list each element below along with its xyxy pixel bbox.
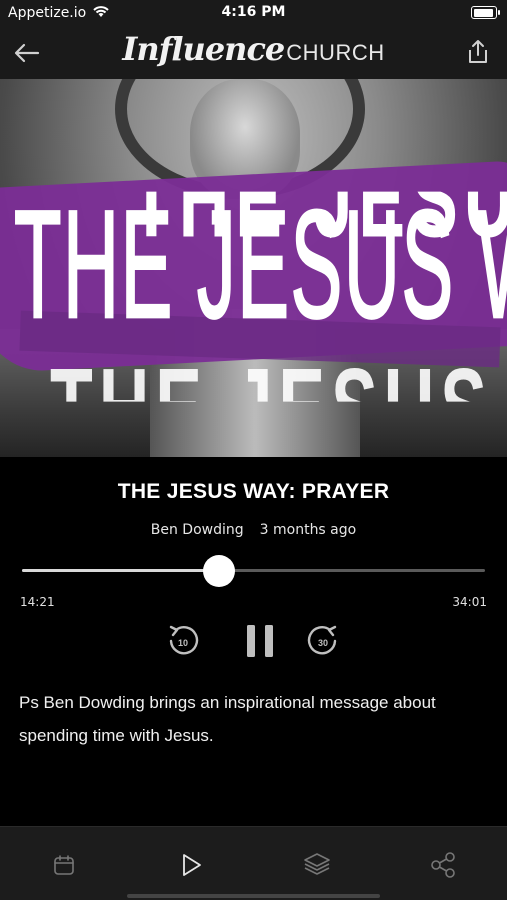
forward-button[interactable]: 30 — [300, 618, 346, 664]
sermon-title: THE JESUS WAY: PRAYER — [117, 480, 390, 503]
rewind-seconds: 10 — [178, 638, 188, 648]
home-indicator — [127, 894, 380, 898]
calendar-icon — [54, 855, 74, 875]
app-header: Influence CHURCH — [0, 26, 507, 79]
pause-icon — [247, 625, 273, 657]
total-duration: 34:01 — [452, 595, 487, 609]
tab-calendar[interactable] — [44, 845, 84, 885]
share-button[interactable] — [463, 36, 493, 66]
layers-icon — [304, 853, 330, 875]
playback-controls: 10 30 — [0, 618, 507, 664]
brand-script: Influence — [122, 30, 285, 68]
scrubber-progress — [22, 569, 219, 572]
tab-collections[interactable] — [297, 845, 337, 885]
speaker-name: Ben Dowding — [150, 522, 244, 538]
forward-30-icon: 30 — [307, 625, 337, 655]
scrubber-thumb[interactable] — [202, 555, 235, 587]
brand-logo: Influence CHURCH — [0, 30, 507, 68]
rewind-button[interactable]: 10 — [160, 618, 206, 664]
battery-icon — [471, 6, 500, 19]
status-bar: Appetize.io 4:16 PM — [0, 0, 507, 26]
sermon-description: Ps Ben Dowding brings an inspirational m… — [19, 693, 436, 745]
share-icon — [469, 40, 487, 63]
forward-seconds: 30 — [318, 638, 328, 648]
scrubber-track[interactable] — [22, 569, 485, 572]
tab-connect[interactable] — [423, 845, 463, 885]
playback-scrubber[interactable] — [22, 555, 485, 587]
posted-time: 3 months ago — [259, 522, 357, 538]
share-nodes-icon — [431, 852, 455, 878]
status-time: 4:16 PM — [221, 4, 286, 20]
tab-bar — [0, 826, 507, 900]
rewind-10-icon: 10 — [169, 625, 199, 655]
pause-button[interactable] — [237, 618, 283, 664]
sermon-meta: Ben Dowding 3 months ago — [0, 522, 507, 538]
artwork-title: THE JESUS WAY — [13, 176, 507, 351]
sermon-artwork: THE JESUS WAY THE JESUS WAY THE JESUS WA… — [0, 79, 507, 457]
tab-media[interactable] — [171, 845, 211, 885]
elapsed-time: 14:21 — [20, 595, 55, 609]
brand-word: CHURCH — [286, 40, 385, 65]
play-icon — [183, 854, 201, 876]
